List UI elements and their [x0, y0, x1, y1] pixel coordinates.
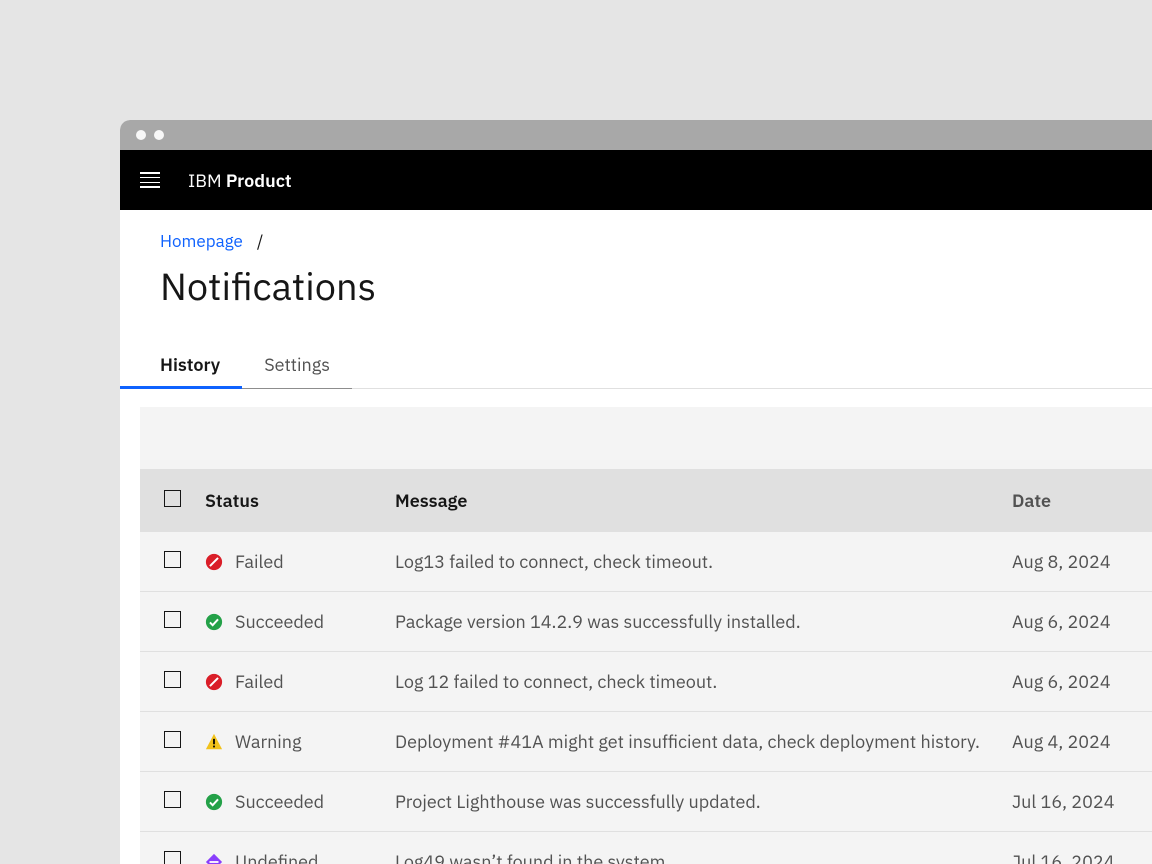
tab-history[interactable]: History — [120, 341, 242, 388]
message-cell: Deployment #41A might get insufficient d… — [395, 712, 1012, 772]
table-row[interactable]: Warning Deployment #41A might get insuffi… — [140, 712, 1152, 772]
date-cell: Aug 8, 2024 — [1012, 532, 1152, 592]
brand-bold: Product — [226, 169, 292, 192]
content-area: Homepage / Notifications History Setting… — [120, 210, 1152, 864]
message-cell: Log13 failed to connect, check timeout. — [395, 532, 1012, 592]
table-row[interactable]: Failed Log 12 failed to connect, check ti… — [140, 652, 1152, 712]
row-checkbox[interactable] — [164, 791, 181, 808]
breadcrumb: Homepage / — [160, 230, 1152, 252]
header-checkbox-cell — [140, 469, 205, 532]
header-status[interactable]: Status — [205, 469, 395, 532]
table-row[interactable]: Failed Log13 failed to connect, check tim… — [140, 532, 1152, 592]
date-cell: Aug 6, 2024 — [1012, 592, 1152, 652]
app-header: IBM Product — [120, 150, 1152, 210]
message-cell: Log49 wasn’t found in the system. — [395, 832, 1012, 864]
checkmark-icon — [205, 793, 223, 811]
select-all-checkbox[interactable] — [164, 490, 181, 507]
row-checkbox[interactable] — [164, 851, 181, 864]
status-cell: Failed — [205, 532, 395, 592]
table-row[interactable]: Succeeded Package version 14.2.9 was succ… — [140, 592, 1152, 652]
message-cell: Project Lighthouse was successfully upda… — [395, 772, 1012, 832]
menu-icon[interactable] — [140, 172, 160, 188]
row-checkbox[interactable] — [164, 671, 181, 688]
status-label: Failed — [235, 550, 284, 573]
date-cell: Jul 16, 2024 — [1012, 832, 1152, 864]
brand: IBM Product — [188, 169, 292, 192]
status-cell: Undefined — [205, 832, 395, 864]
page-title: Notifications — [160, 262, 1152, 311]
notifications-table: Status Message Date Failed Log13 failed t… — [140, 469, 1152, 864]
date-cell: Aug 6, 2024 — [1012, 652, 1152, 712]
table-row[interactable]: Succeeded Project Lighthouse was successf… — [140, 772, 1152, 832]
window-titlebar — [120, 120, 1152, 150]
date-cell: Jul 16, 2024 — [1012, 772, 1152, 832]
undefined-icon — [205, 853, 223, 864]
table-area: Status Message Date Failed Log13 failed t… — [140, 407, 1152, 864]
status-label: Warning — [235, 730, 302, 753]
row-checkbox[interactable] — [164, 551, 181, 568]
status-cell: Failed — [205, 652, 395, 712]
breadcrumb-separator: / — [257, 230, 264, 252]
table-toolbar — [140, 407, 1152, 469]
row-checkbox-cell — [140, 592, 205, 652]
date-cell: Aug 4, 2024 — [1012, 712, 1152, 772]
app-window: IBM Product Homepage / Notifications His… — [120, 120, 1152, 864]
row-checkbox-cell — [140, 652, 205, 712]
row-checkbox-cell — [140, 772, 205, 832]
message-cell: Log 12 failed to connect, check timeout. — [395, 652, 1012, 712]
header-date[interactable]: Date — [1012, 469, 1152, 532]
row-checkbox[interactable] — [164, 731, 181, 748]
breadcrumb-home[interactable]: Homepage — [160, 230, 243, 252]
table-row[interactable]: Undefined Log49 wasn’t found in the syste… — [140, 832, 1152, 864]
status-cell: Succeeded — [205, 772, 395, 832]
checkmark-icon — [205, 613, 223, 631]
status-label: Failed — [235, 670, 284, 693]
brand-light: IBM — [188, 169, 222, 192]
window-control-dot[interactable] — [136, 130, 146, 140]
status-cell: Succeeded — [205, 592, 395, 652]
status-label: Succeeded — [235, 790, 324, 813]
status-label: Undefined — [235, 850, 319, 864]
status-label: Succeeded — [235, 610, 324, 633]
status-cell: Warning — [205, 712, 395, 772]
row-checkbox-cell — [140, 532, 205, 592]
row-checkbox[interactable] — [164, 611, 181, 628]
message-cell: Package version 14.2.9 was successfully … — [395, 592, 1012, 652]
header-message[interactable]: Message — [395, 469, 1012, 532]
error-icon — [205, 673, 223, 691]
row-checkbox-cell — [140, 832, 205, 864]
row-checkbox-cell — [140, 712, 205, 772]
window-control-dot[interactable] — [154, 130, 164, 140]
tabs: History Settings — [120, 341, 1152, 389]
warning-icon — [205, 733, 223, 751]
error-icon — [205, 553, 223, 571]
tab-settings[interactable]: Settings — [242, 341, 352, 388]
